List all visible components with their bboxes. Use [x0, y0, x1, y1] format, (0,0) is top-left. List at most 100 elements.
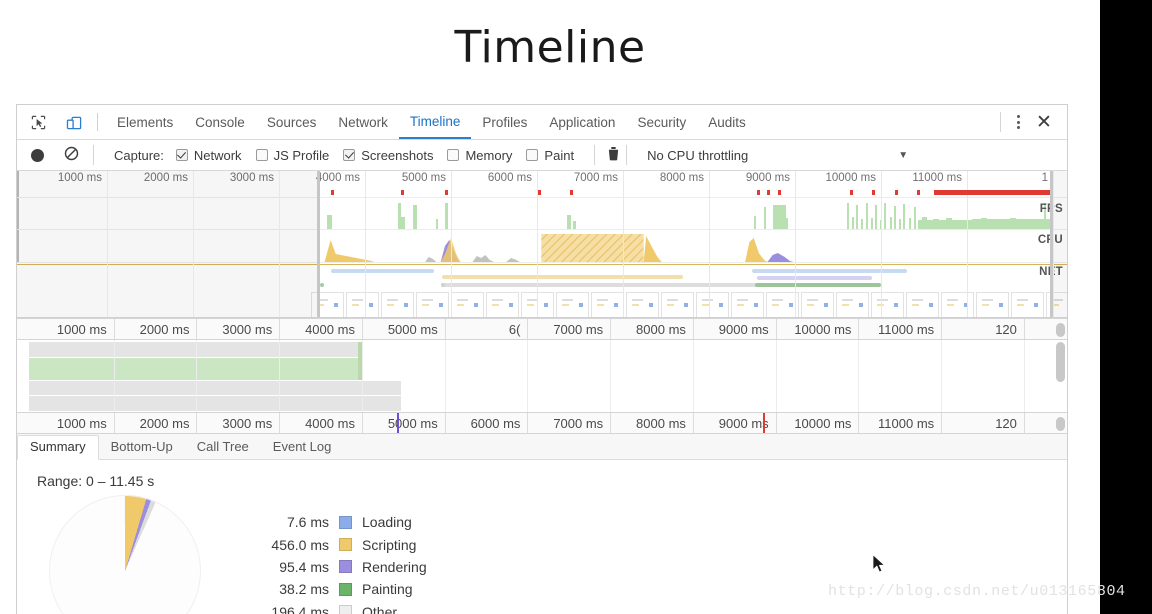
filmstrip-frame[interactable] [906, 292, 939, 317]
filmstrip-frame[interactable] [346, 292, 379, 317]
checkbox-paint-box[interactable] [526, 149, 539, 161]
legend-value: 456.0 ms [271, 536, 329, 553]
ruler-tick-label: 120 [995, 322, 1017, 337]
overview-handle-left[interactable] [316, 171, 320, 317]
device-toolbar-icon[interactable] [59, 110, 89, 134]
clear-button[interactable] [64, 146, 79, 164]
overview-window-left-shade[interactable] [17, 171, 318, 317]
ruler-gridline [775, 319, 777, 339]
filmstrip-frame[interactable] [836, 292, 869, 317]
legend-row[interactable]: 196.4 ms Other [243, 601, 427, 614]
checkbox-js-profile-box[interactable] [255, 149, 268, 161]
fps-bar [567, 215, 571, 229]
fps-bar [786, 218, 789, 229]
fps-bar [851, 217, 854, 229]
net-request-bar[interactable] [320, 283, 324, 287]
flame-gridline [113, 340, 115, 412]
flame-bar-3[interactable] [29, 396, 401, 411]
filmstrip-frame[interactable] [661, 292, 694, 317]
tab-audits[interactable]: Audits [697, 105, 757, 139]
record-button[interactable] [31, 148, 44, 162]
filmstrip-frame[interactable] [486, 292, 519, 317]
tab-sources[interactable]: Sources [256, 105, 328, 139]
ruler-gridline [196, 319, 198, 339]
chevron-down-icon[interactable]: ▼ [898, 150, 908, 161]
summary-legend: 7.6 ms Loading 456.0 ms Scripting 95.4 ms Ren… [243, 495, 427, 614]
net-request-bar[interactable] [330, 269, 434, 273]
filmstrip-frame[interactable] [591, 292, 624, 317]
tab-security[interactable]: Security [626, 105, 697, 139]
filmstrip-frame[interactable] [451, 292, 484, 317]
ruler-gridline [941, 413, 943, 433]
main-ruler-bottom[interactable]: 1000 ms 2000 ms 3000 ms 4000 ms 5000 ms 6000 … [17, 412, 1067, 434]
filmstrip-frame[interactable] [976, 292, 1009, 317]
overview-gridline [279, 171, 280, 317]
more-options-icon[interactable] [1007, 111, 1029, 133]
ruler-scrollbar-thumb[interactable] [1056, 323, 1065, 337]
capture-label: Capture: [114, 147, 164, 163]
ruler-tick-label: 3000 ms [222, 416, 273, 431]
legend-row[interactable]: 7.6 ms Loading [243, 511, 427, 533]
tab-call-tree[interactable]: Call Tree [185, 436, 261, 459]
fps-bar [444, 203, 449, 229]
filmstrip-frame[interactable] [871, 292, 904, 317]
legend-label: Scripting [362, 536, 417, 553]
flame-bar-2[interactable] [29, 381, 401, 395]
trash-icon[interactable] [607, 146, 620, 164]
filmstrip-frame[interactable] [801, 292, 834, 317]
flame-chart[interactable] [17, 340, 1067, 412]
inspect-element-icon[interactable] [23, 110, 53, 134]
tab-elements[interactable]: Elements [106, 105, 184, 139]
tab-network[interactable]: Network [327, 105, 399, 139]
checkbox-memory[interactable]: Memory [447, 148, 526, 163]
tab-summary[interactable]: Summary [17, 435, 99, 460]
filmstrip-frame[interactable] [696, 292, 729, 317]
filmstrip-frame[interactable] [416, 292, 449, 317]
cpu-throttling-select[interactable]: No CPU throttling [647, 148, 748, 163]
filmstrip-frame[interactable] [1011, 292, 1044, 317]
legend-row[interactable]: 456.0 ms Scripting [243, 533, 427, 555]
flame-scrollbar-thumb[interactable] [1056, 342, 1065, 382]
timeline-overview[interactable]: 1000 ms 2000 ms 3000 ms 4000 ms 5000 ms 6000 … [17, 171, 1067, 318]
ruler-gridline [361, 413, 363, 433]
filmstrip-frame[interactable] [626, 292, 659, 317]
tab-timeline[interactable]: Timeline [398, 105, 472, 139]
fps-bar [958, 220, 964, 229]
filmstrip-frame[interactable] [556, 292, 589, 317]
checkbox-screenshots-box[interactable] [343, 149, 356, 161]
filmstrip-frame[interactable] [381, 292, 414, 317]
ruler-gridline [775, 413, 777, 433]
legend-swatch [339, 582, 352, 596]
net-request-bar[interactable] [757, 276, 873, 280]
flame-gridline [941, 340, 943, 412]
checkbox-memory-label: Memory [465, 147, 513, 163]
net-request-bar[interactable] [752, 269, 907, 273]
filmstrip-frame[interactable] [941, 292, 974, 317]
legend-value: 95.4 ms [279, 558, 329, 575]
tab-console[interactable]: Console [184, 105, 256, 139]
filmstrip-frame[interactable] [731, 292, 764, 317]
checkbox-paint[interactable]: Paint [526, 148, 588, 163]
ruler-scrollbar-thumb[interactable] [1056, 417, 1065, 431]
overview-gridline [795, 171, 796, 317]
tab-event-log[interactable]: Event Log [261, 436, 344, 459]
ruler-tick-label: 10000 ms [794, 322, 852, 337]
overview-handle-right[interactable] [1050, 171, 1054, 317]
legend-row[interactable]: 95.4 ms Rendering [243, 556, 426, 578]
tab-bottom-up[interactable]: Bottom-Up [99, 436, 185, 459]
checkbox-network-box[interactable] [175, 149, 188, 161]
tab-application[interactable]: Application [538, 105, 626, 139]
tab-profiles[interactable]: Profiles [471, 105, 538, 139]
net-request-bar[interactable] [442, 275, 684, 279]
close-icon[interactable]: ✕ [1029, 111, 1059, 133]
ruler-tick-label: 1000 ms [56, 416, 107, 431]
main-ruler-top[interactable]: 1000 ms 2000 ms 3000 ms 4000 ms 5000 ms 6(700… [17, 318, 1067, 340]
checkbox-network[interactable]: Network [175, 148, 256, 163]
purple-marker [397, 413, 400, 433]
checkbox-js-profile[interactable]: JS Profile [255, 148, 344, 163]
checkbox-memory-box[interactable] [447, 149, 460, 161]
watermark: http://blog.csdn.net/u013165804 [828, 583, 1126, 600]
net-request-bar[interactable] [755, 283, 881, 287]
checkbox-screenshots[interactable]: Screenshots [343, 148, 447, 163]
legend-row[interactable]: 38.2 ms Painting [243, 578, 427, 600]
